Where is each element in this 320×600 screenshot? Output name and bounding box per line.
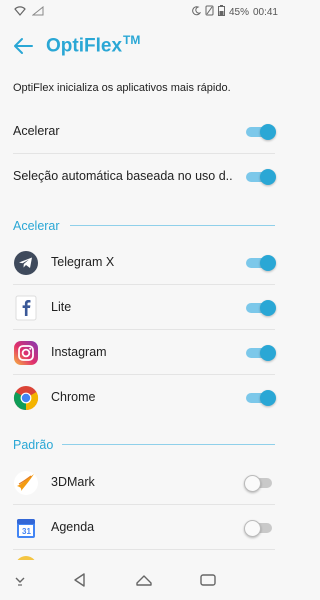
app-name: Agenda	[51, 520, 95, 534]
back-icon[interactable]	[70, 570, 90, 590]
section-divider	[70, 225, 275, 226]
agenda-toggle[interactable]	[244, 520, 274, 537]
app-name: 3DMark	[51, 475, 95, 489]
accelerate-toggle[interactable]	[246, 124, 276, 140]
facebook-lite-icon	[13, 295, 39, 321]
auto-selection-toggle[interactable]	[246, 169, 276, 185]
app-row-chrome[interactable]: Chrome	[0, 376, 288, 420]
moon-icon	[191, 5, 202, 19]
no-sim-icon	[205, 5, 214, 19]
home-icon[interactable]	[134, 570, 154, 590]
app-name: Instagram	[51, 345, 107, 359]
divider	[13, 329, 275, 330]
divider	[13, 504, 275, 505]
hide-keyboard-icon[interactable]	[10, 570, 30, 590]
section-title-accelerate: Acelerar	[13, 219, 60, 233]
app-bar: OptiFlexTM	[0, 24, 288, 68]
battery-percent: 45%	[228, 6, 249, 18]
signal-icon	[31, 5, 44, 19]
app-row-agenda[interactable]: 31 Agenda	[0, 506, 288, 550]
lite-toggle[interactable]	[246, 300, 276, 316]
telegram-x-toggle[interactable]	[246, 255, 276, 271]
divider	[13, 374, 275, 375]
divider	[13, 284, 275, 285]
section-divider	[62, 444, 275, 445]
app-name: Telegram X	[51, 255, 115, 269]
description-text: OptiFlex inicializa os aplicativos mais …	[13, 82, 231, 94]
back-arrow-icon[interactable]	[10, 33, 36, 59]
app-row-instagram[interactable]: Instagram	[0, 331, 288, 375]
telegram-icon	[13, 250, 39, 276]
app-row-lite[interactable]: Lite	[0, 286, 288, 330]
instagram-icon	[13, 340, 39, 366]
instagram-toggle[interactable]	[246, 345, 276, 361]
app-name: Lite	[51, 300, 72, 314]
setting-row-auto-selection[interactable]: Seleção automática baseada no uso d..	[0, 155, 288, 199]
page-title: OptiFlexTM	[46, 33, 140, 57]
title-text: OptiFlex	[46, 35, 123, 57]
3dmark-toggle[interactable]	[244, 475, 274, 492]
battery-icon	[217, 5, 225, 19]
section-title-default: Padrão	[13, 438, 54, 452]
chrome-toggle[interactable]	[246, 390, 276, 406]
setting-row-accelerate[interactable]: Acelerar	[0, 110, 288, 154]
navigation-bar	[0, 560, 288, 600]
app-name: Chrome	[51, 390, 96, 404]
app-row-3dmark[interactable]: 3DMark	[0, 461, 288, 505]
divider	[13, 153, 275, 154]
setting-label: Acelerar	[13, 124, 60, 138]
trademark-mark: TM	[123, 33, 141, 47]
calendar-day-text: 31	[22, 527, 31, 536]
setting-label: Seleção automática baseada no uso d..	[13, 169, 233, 183]
app-row-telegram-x[interactable]: Telegram X	[0, 241, 288, 285]
divider	[13, 549, 275, 550]
chrome-icon	[13, 385, 39, 411]
clock: 00:41	[252, 6, 278, 18]
calendar-icon: 31	[13, 515, 39, 541]
3dmark-icon	[13, 470, 39, 496]
wifi-icon	[14, 6, 26, 19]
recents-icon[interactable]	[198, 570, 218, 590]
status-bar: 45% 00:41	[0, 0, 288, 24]
